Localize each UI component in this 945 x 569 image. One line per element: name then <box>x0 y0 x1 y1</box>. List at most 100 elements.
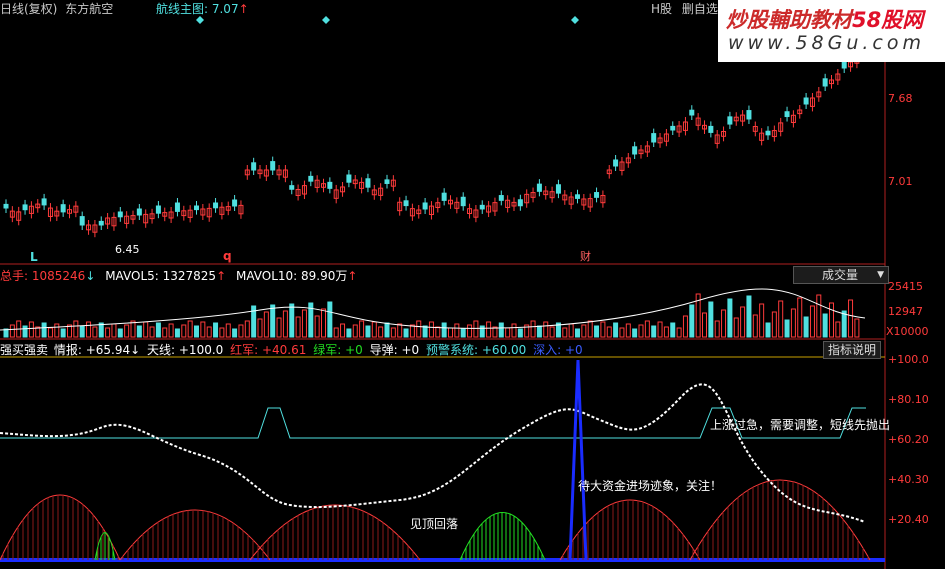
market-tag[interactable]: H股 <box>651 2 672 16</box>
volume-bar <box>467 324 473 338</box>
volume-bar <box>505 327 511 338</box>
candle-body <box>422 202 428 210</box>
volume-bar <box>454 323 460 338</box>
tianxian-label: 天线: <box>147 343 179 357</box>
volume-bar <box>619 327 625 338</box>
candle-body <box>632 146 638 155</box>
volume-bar <box>771 311 777 338</box>
volume-bar <box>835 321 841 338</box>
candle-body <box>270 161 276 171</box>
candle-body <box>746 110 752 120</box>
indicator-tick: +40.30 <box>888 473 929 486</box>
volume-bar <box>244 320 250 338</box>
volume-bar <box>117 328 123 338</box>
red-army-curve <box>559 499 701 561</box>
volume-bar <box>670 322 676 338</box>
volume-bar <box>511 323 517 338</box>
finance-marker[interactable]: 财 <box>580 248 591 264</box>
volume-indicator-select[interactable]: 成交量 ▼ <box>793 266 889 284</box>
candle-body <box>441 192 447 201</box>
candle-body <box>327 181 333 189</box>
candle-body <box>232 199 238 207</box>
volume-bar <box>765 322 771 338</box>
volume-bar <box>530 320 536 338</box>
volume-bar <box>73 320 79 338</box>
big-money-annotation: 待大资金进场迹象，关注！ <box>578 479 723 493</box>
candle-body <box>689 109 695 116</box>
mavol10-value: 89.90万 <box>301 269 348 283</box>
candle-body <box>289 185 295 190</box>
volume-bar <box>536 325 542 338</box>
daodan-label: 导弹: <box>369 343 402 357</box>
volume-bar <box>263 311 269 338</box>
volume-bar <box>327 301 333 338</box>
volume-bar <box>124 324 130 338</box>
volume-bar <box>587 320 593 338</box>
volume-bar <box>708 301 714 338</box>
volume-bar <box>790 308 796 338</box>
mavol5-value: 1327825 <box>162 269 217 283</box>
up-arrow-icon: ↑ <box>238 2 249 16</box>
mavol10-label: MAVOL10: <box>235 269 302 283</box>
candle-body <box>251 162 257 171</box>
lvjun-value: +0 <box>345 343 363 357</box>
volume-bar <box>752 314 758 338</box>
candle-body <box>3 203 9 209</box>
volume-bar <box>194 325 199 338</box>
up-arrow-icon: ↑ <box>216 269 227 283</box>
volume-bar <box>848 299 854 338</box>
indicator-name[interactable]: 强买强卖 <box>0 343 48 357</box>
candle-body <box>765 130 771 136</box>
volume-bar <box>257 318 263 338</box>
volume-bar <box>663 326 669 338</box>
volume-bar <box>346 328 352 338</box>
volume-bar <box>822 313 828 338</box>
volume-bar <box>625 323 631 338</box>
volume-bar <box>359 320 365 338</box>
volume-bar <box>22 325 28 338</box>
volume-bar <box>600 321 606 338</box>
volume-bar <box>174 328 180 338</box>
volume-tick: 12947 <box>888 305 923 318</box>
candle-body <box>651 133 657 143</box>
candle-body <box>155 205 161 214</box>
candle-body <box>555 184 561 194</box>
candle-body <box>784 111 790 118</box>
volume-bar <box>632 328 638 338</box>
volume-bar <box>371 321 377 338</box>
volume-bar <box>143 321 149 338</box>
volume-bar <box>289 303 295 338</box>
volume-bar <box>333 327 339 338</box>
shenru-label: 深入: <box>533 343 565 357</box>
top-fall-annotation: 见顶回落 <box>410 517 459 531</box>
period-label[interactable]: 日线(复权) <box>0 2 57 16</box>
volume-bar <box>498 322 504 338</box>
candle-body <box>174 202 180 212</box>
volume-bar <box>390 327 396 338</box>
volume-bar <box>219 327 225 338</box>
header-bar: 日线(复权) 东方航空 <box>0 0 113 17</box>
candle-body <box>346 174 352 183</box>
volume-bar <box>130 320 136 338</box>
volume-bar <box>479 325 485 338</box>
volume-bar <box>740 306 746 338</box>
volume-bar <box>295 316 301 338</box>
volume-bar <box>105 327 111 338</box>
event-diamond-icon <box>571 16 579 24</box>
indicator-help-button[interactable]: 指标说明 <box>823 341 882 359</box>
volume-bar <box>816 294 822 338</box>
volume-bar <box>613 322 619 338</box>
candle-body <box>117 211 123 218</box>
remove-self-select-button[interactable]: 删自选 <box>682 2 718 16</box>
candle-body <box>536 183 542 192</box>
volume-bar <box>9 324 15 338</box>
volume-bar <box>727 298 733 338</box>
volume-bar <box>638 324 644 338</box>
volume-bar <box>111 323 117 338</box>
price-tick: 7.01 <box>888 175 913 188</box>
volume-bar <box>155 322 161 338</box>
volume-header: 总手: 1085246↓ MAVOL5: 1327825↑ MAVOL10: 8… <box>0 267 357 284</box>
volume-bar <box>409 324 415 338</box>
volume-bar <box>784 319 790 338</box>
volume-bar <box>276 317 282 338</box>
